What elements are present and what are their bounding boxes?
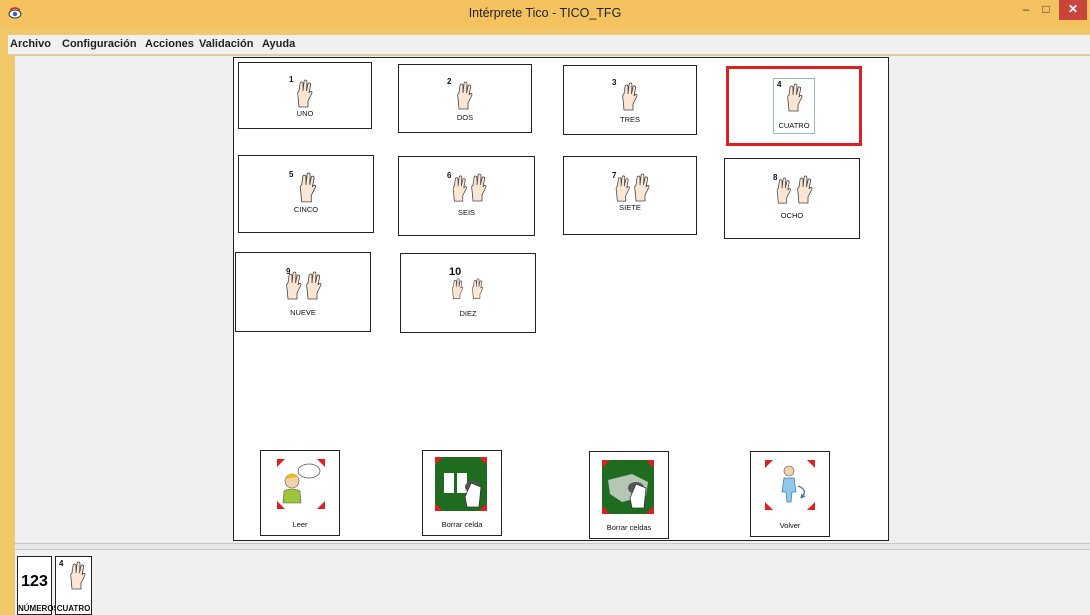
cell-label: SEIS	[457, 208, 476, 217]
cell-label: OCHO	[780, 211, 804, 220]
cell-uno[interactable]: 1 UNO	[238, 62, 372, 129]
numbers-symbol: 123	[21, 573, 48, 590]
cell-nueve[interactable]: 9 NUEVE	[235, 252, 371, 332]
hand-left-icon	[282, 271, 304, 301]
cell-label: SIETE	[619, 203, 641, 212]
panel-splitter[interactable]	[15, 543, 1090, 550]
hand-three-icon	[618, 82, 640, 112]
cell-label: NUEVE	[290, 308, 316, 317]
hand-right-icon	[630, 173, 652, 203]
hand-right-icon	[793, 175, 815, 205]
hand-four-icon	[783, 83, 805, 113]
cell-number: 2	[447, 77, 452, 86]
hand-right-icon	[302, 271, 324, 301]
borrar-celdas-label: Borrar celdas	[606, 523, 652, 532]
cell-label: DOS	[456, 113, 474, 122]
history-strip: 123 NÚMEROS 4 CUATRO	[15, 550, 1090, 615]
cell-cinco[interactable]: 5 CINCO	[238, 155, 374, 233]
maximize-button[interactable]: □	[1036, 0, 1056, 20]
cell-number: 5	[289, 170, 294, 179]
history-number: 4	[59, 559, 64, 568]
erase-cell-icon	[435, 457, 487, 511]
history-label: NÚMEROS	[18, 604, 59, 613]
cell-dos[interactable]: 2 DOS	[398, 64, 532, 133]
cell-label: DIEZ	[459, 309, 477, 318]
menu-acciones[interactable]: Acciones	[145, 38, 194, 50]
title-bar: Intérprete Tico - TICO_TFG – □ ✕	[0, 0, 1090, 28]
menu-ayuda[interactable]: Ayuda	[262, 38, 295, 50]
erase-cells-icon	[602, 460, 654, 514]
history-item-cuatro[interactable]: 4 CUATRO	[55, 556, 92, 615]
menu-bar: Archivo Configuración Acciones Validació…	[8, 35, 1090, 55]
cell-ocho[interactable]: 8 OCHO	[724, 158, 860, 239]
hand-five-icon	[295, 172, 319, 204]
close-button[interactable]: ✕	[1059, 0, 1087, 20]
borrar-celda-button[interactable]: Borrar celda	[422, 450, 502, 536]
return-icon	[765, 460, 815, 510]
main-area: 1 UNO 2 DOS 3 TRES 4 CUATRO 5 CINCO 6 SE…	[15, 56, 1090, 543]
hand-right-icon	[467, 173, 489, 203]
cell-label: CUATRO	[778, 121, 810, 130]
cell-label: CINCO	[293, 205, 319, 214]
history-label: CUATRO	[56, 604, 91, 613]
cell-label: UNO	[296, 109, 314, 118]
window-title: Intérprete Tico - TICO_TFG	[468, 6, 622, 20]
cell-seis[interactable]: 6 SEIS	[398, 156, 535, 236]
cell-number: 4	[777, 80, 782, 89]
cell-number: 10	[449, 266, 462, 278]
volver-label: Volver	[779, 521, 801, 530]
menu-validacion[interactable]: Validación	[199, 38, 253, 50]
hand-one-icon	[293, 79, 315, 109]
cell-number: 3	[612, 78, 617, 87]
hand-left-icon	[447, 278, 467, 300]
menu-archivo[interactable]: Archivo	[10, 38, 51, 50]
cell-cuatro[interactable]: 4 CUATRO	[726, 66, 862, 146]
cell-diez[interactable]: 10 DIEZ	[400, 253, 536, 333]
cell-tres[interactable]: 3 TRES	[563, 65, 697, 135]
history-item-numeros[interactable]: 123 NÚMEROS	[17, 556, 59, 615]
hand-left-icon	[612, 175, 632, 203]
borrar-celda-label: Borrar celda	[441, 520, 483, 529]
read-aloud-icon	[277, 459, 325, 509]
cell-siete[interactable]: 7 SIETE	[563, 156, 697, 235]
board-grid: 1 UNO 2 DOS 3 TRES 4 CUATRO 5 CINCO 6 SE…	[233, 57, 889, 541]
hand-left-icon	[449, 175, 469, 203]
menu-configuracion[interactable]: Configuración	[62, 38, 137, 50]
leer-button[interactable]: Leer	[260, 450, 340, 536]
borrar-celdas-button[interactable]: Borrar celdas	[589, 451, 669, 539]
hand-left-icon	[773, 177, 793, 205]
minimize-button[interactable]: –	[1016, 0, 1036, 20]
cell-label: TRES	[619, 115, 640, 124]
hand-four-icon	[66, 561, 88, 591]
hand-right-icon	[467, 278, 487, 300]
volver-button[interactable]: Volver	[750, 451, 830, 537]
leer-label: Leer	[292, 520, 308, 529]
hand-two-icon	[453, 81, 475, 111]
